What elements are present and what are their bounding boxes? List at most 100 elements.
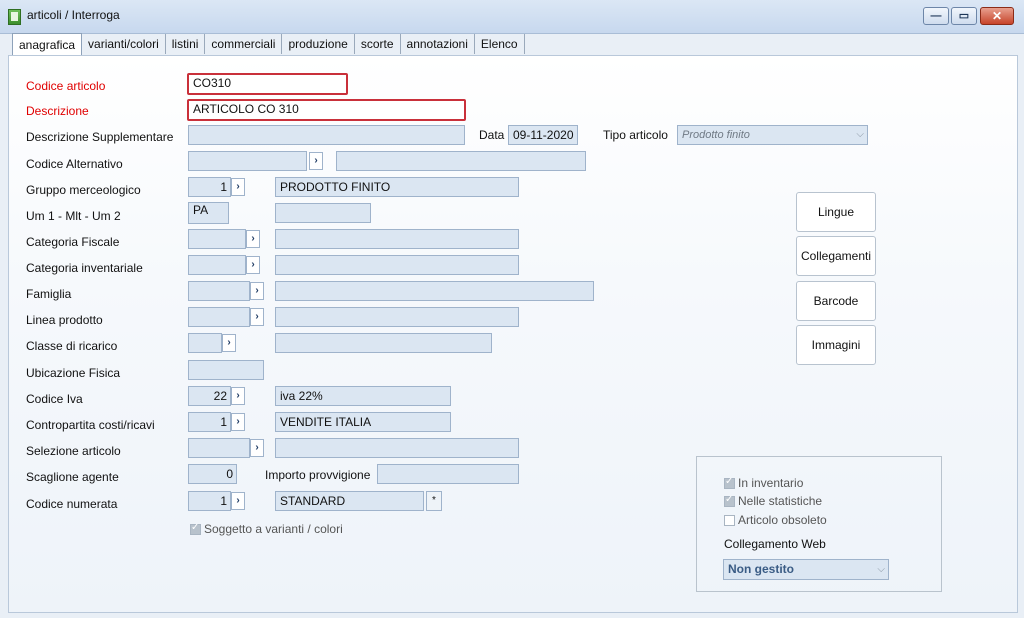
classe-ricarico-lookup-button[interactable]: › [222,334,236,352]
barcode-button[interactable]: Barcode [796,281,876,321]
tab-scorte[interactable]: scorte [355,34,401,54]
um2-input[interactable] [275,203,371,223]
codice-alternativo-lookup-button[interactable]: › [309,152,323,170]
soggetto-varianti-label: Soggetto a varianti / colori [204,522,343,536]
contropartita-code[interactable]: 1 [188,412,231,432]
contropartita-label: Contropartita costi/ricavi [26,418,155,432]
importo-provvigione-input[interactable] [377,464,519,484]
minimize-icon: — [930,10,942,22]
famiglia-descr [275,281,594,301]
codice-iva-descr: iva 22% [275,386,451,406]
tipo-articolo-value: Prodotto finito [682,129,750,141]
nelle-statistiche-label: Nelle statistiche [738,494,823,508]
codice-alternativo-descr [336,151,586,171]
descrizione-input[interactable]: ARTICOLO CO 310 [187,99,466,121]
codice-numerata-descr: STANDARD [275,491,424,511]
contropartita-descr: VENDITE ITALIA [275,412,451,432]
ubicazione-fisica-label: Ubicazione Fisica [26,366,121,380]
categoria-inventariale-label: Categoria inventariale [26,261,143,275]
linea-prodotto-label: Linea prodotto [26,313,103,327]
soggetto-varianti-checkbox[interactable]: Soggetto a varianti / colori [190,522,343,536]
categoria-fiscale-label: Categoria Fiscale [26,235,120,249]
close-icon: ✕ [991,9,1003,23]
app-icon [8,9,21,25]
codice-alternativo-label: Codice Alternativo [26,157,123,171]
categoria-fiscale-code[interactable] [188,229,246,249]
title-bar: articoli / Interroga — ▭ ✕ [0,0,1024,34]
chevron-down-icon: ⌵ [877,564,885,575]
data-label: Data [479,128,505,142]
articolo-obsoleto-label: Articolo obsoleto [738,513,827,527]
lingue-button[interactable]: Lingue [796,192,876,232]
checkbox-checked-icon [724,476,735,489]
tab-annotazioni[interactable]: annotazioni [401,34,475,54]
in-inventario-label: In inventario [738,476,804,490]
maximize-icon: ▭ [958,10,970,22]
categoria-fiscale-descr [275,229,519,249]
collegamento-web-label: Collegamento Web [724,537,826,551]
codice-numerata-code[interactable]: 1 [188,491,231,511]
classe-ricarico-descr [275,333,492,353]
codice-iva-label: Codice Iva [26,392,83,406]
scaglione-agente-input[interactable]: 0 [188,464,237,484]
tab-anagrafica[interactable]: anagrafica [12,33,83,55]
articolo-obsoleto-checkbox[interactable]: Articolo obsoleto [724,513,827,527]
selezione-articolo-label: Selezione articolo [26,444,121,458]
checkbox-empty-icon [724,515,735,526]
um-label: Um 1 - Mlt - Um 2 [26,209,121,223]
in-inventario-checkbox[interactable]: In inventario [724,476,803,490]
collegamenti-button[interactable]: Collegamenti [796,236,876,276]
close-button[interactable]: ✕ [980,7,1014,25]
codice-iva-code[interactable]: 22 [188,386,231,406]
collegamento-web-select[interactable]: Non gestito ⌵ [723,559,889,580]
immagini-button[interactable]: Immagini [796,325,876,365]
tab-listini[interactable]: listini [166,34,206,54]
tipo-articolo-select[interactable]: Prodotto finito ⌵ [677,125,868,145]
checkbox-checked-icon [724,494,735,507]
window-title: articoli / Interroga [27,8,120,22]
categoria-fiscale-lookup-button[interactable]: › [246,230,260,248]
classe-ricarico-code[interactable] [188,333,222,353]
categoria-inventariale-descr [275,255,519,275]
gruppo-merceologico-descr: PRODOTTO FINITO [275,177,519,197]
gruppo-merceologico-code[interactable]: 1 [188,177,231,197]
codice-alternativo-input[interactable] [188,151,307,171]
gruppo-merceologico-lookup-button[interactable]: › [231,178,245,196]
tab-produzione[interactable]: produzione [282,34,355,54]
selezione-articolo-lookup-button[interactable]: › [250,439,264,457]
chevron-down-icon: ⌵ [856,129,864,140]
tab-commerciali[interactable]: commerciali [205,34,283,54]
famiglia-label: Famiglia [26,287,72,301]
codice-iva-lookup-button[interactable]: › [231,387,245,405]
categoria-inventariale-lookup-button[interactable]: › [246,256,260,274]
descrizione-supplementare-label: Descrizione Supplementare [26,130,174,144]
um1-input[interactable]: PA [188,202,229,224]
classe-ricarico-label: Classe di ricarico [26,339,118,353]
famiglia-lookup-button[interactable]: › [250,282,264,300]
gruppo-merceologico-label: Gruppo merceologico [26,183,141,197]
codice-articolo-input[interactable]: CO310 [187,73,348,95]
linea-prodotto-code[interactable] [188,307,250,327]
importo-provvigione-label: Importo provvigione [265,468,371,482]
numerata-marker: * [426,491,442,511]
famiglia-code[interactable] [188,281,250,301]
contropartita-lookup-button[interactable]: › [231,413,245,431]
checkbox-checked-icon [190,522,201,535]
maximize-button[interactable]: ▭ [951,7,977,25]
selezione-articolo-code[interactable] [188,438,250,458]
linea-prodotto-lookup-button[interactable]: › [250,308,264,326]
descrizione-label: Descrizione [26,104,89,118]
tab-varianti-colori[interactable]: varianti/colori [82,34,166,54]
collegamento-web-value: Non gestito [728,562,794,576]
minimize-button[interactable]: — [923,7,949,25]
descrizione-supplementare-input[interactable] [188,125,465,145]
selezione-articolo-descr [275,438,519,458]
nelle-statistiche-checkbox[interactable]: Nelle statistiche [724,494,822,508]
tab-elenco[interactable]: Elenco [475,34,525,54]
data-input[interactable]: 09-11-2020 [508,125,578,145]
codice-numerata-lookup-button[interactable]: › [231,492,245,510]
ubicazione-fisica-input[interactable] [188,360,264,380]
tab-bar: anagrafica varianti/colori listini comme… [12,33,525,55]
codice-numerata-label: Codice numerata [26,497,118,511]
categoria-inventariale-code[interactable] [188,255,246,275]
